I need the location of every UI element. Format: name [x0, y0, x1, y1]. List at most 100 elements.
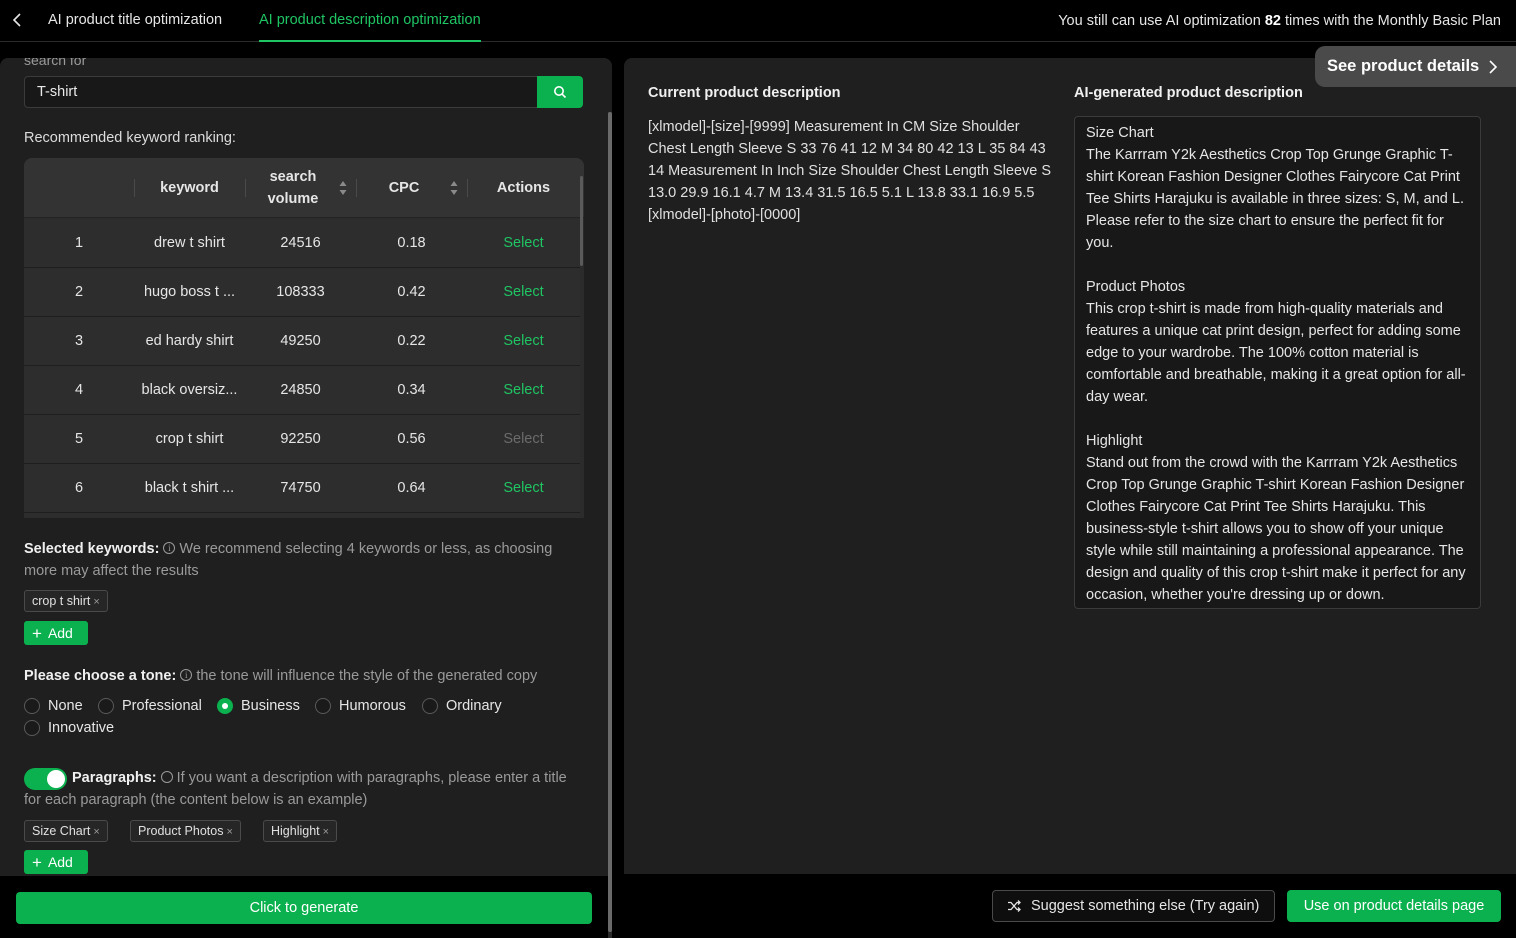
cpc-cell: 0.22: [397, 333, 426, 349]
add-paragraph-button[interactable]: + Add: [24, 850, 88, 874]
keyword-table: keyword search volume CPC Actions 1 drew…: [24, 158, 584, 518]
tone-option-business[interactable]: Business: [217, 695, 300, 717]
select-button[interactable]: Select: [467, 464, 580, 512]
close-icon[interactable]: ×: [323, 826, 329, 838]
volume-cell: 74750: [280, 480, 321, 496]
selected-keywords-label: Selected keywords:: [24, 541, 160, 557]
quota-count: 82: [1264, 13, 1281, 29]
try-again-label: Suggest something else (Try again): [1031, 898, 1260, 914]
table-row: 1 drew t shirt 24516 0.18 Select: [24, 219, 580, 268]
scrollbar-thumb[interactable]: [608, 112, 612, 932]
rank-cell: 1: [74, 235, 84, 251]
search-label: search for: [24, 58, 87, 68]
current-description-text: [xlmodel]-[size]-[9999] Measurement In C…: [648, 119, 1052, 223]
rank-cell: 3: [74, 333, 84, 349]
keyword-settings-panel: search for T-shirt Recommended keyword r…: [0, 58, 612, 938]
keyword-cell: hugo boss t ...: [143, 284, 236, 300]
plus-icon: +: [32, 853, 42, 872]
select-button[interactable]: Select: [467, 317, 580, 365]
close-icon[interactable]: ×: [93, 596, 99, 608]
radio-icon: [315, 698, 331, 714]
use-on-details-page-button[interactable]: Use on product details page: [1287, 890, 1501, 922]
radio-icon: [98, 698, 114, 714]
close-icon[interactable]: ×: [226, 826, 232, 838]
keyword-cell: black t shirt ...: [144, 480, 235, 496]
paragraph-tag-label: Highlight: [271, 824, 320, 838]
table-scrollbar[interactable]: [580, 176, 583, 266]
volume-cell: 24850: [280, 382, 321, 398]
plus-icon: +: [32, 624, 42, 643]
table-header: keyword search volume CPC Actions: [24, 158, 584, 218]
selected-keywords-section: Selected keywords: i We recommend selectin…: [24, 538, 584, 582]
add-keyword-label: Add: [47, 625, 73, 641]
tone-option-innovative[interactable]: Innovative: [24, 717, 114, 739]
select-button-disabled: Select: [503, 431, 544, 447]
chevron-right-icon: [1489, 60, 1498, 74]
volume-cell: 92250: [280, 431, 321, 447]
ai-section-body: The Karrram Y2k Aesthetics Crop Top Grun…: [1086, 147, 1464, 251]
cpc-cell: 0.34: [397, 382, 426, 398]
tone-option-label: Professional: [122, 698, 202, 714]
cpc-cell: 0.56: [397, 431, 426, 447]
col-actions: Actions: [496, 180, 551, 196]
tone-label: Please choose a tone:: [24, 668, 177, 684]
col-keyword: keyword: [160, 180, 219, 196]
see-product-details-button[interactable]: See product details: [1315, 46, 1516, 87]
paragraph-tag: Highlight ×: [263, 820, 338, 842]
volume-cell: 24516: [280, 235, 321, 251]
keyword-tag-label: crop t shirt: [32, 594, 91, 608]
tone-option-ordinary[interactable]: Ordinary: [422, 695, 502, 717]
radio-icon: [24, 720, 40, 736]
add-keyword-button[interactable]: + Add: [24, 621, 88, 645]
radio-selected-icon: [217, 698, 233, 714]
sort-icon[interactable]: [450, 180, 458, 196]
cpc-cell: 0.64: [397, 480, 426, 496]
select-button[interactable]: Select: [467, 268, 580, 316]
tone-option-label: Innovative: [48, 720, 115, 736]
col-search-volume[interactable]: search volume: [245, 158, 341, 218]
current-description-title: Current product description: [648, 85, 841, 101]
shuffle-icon: [1008, 900, 1021, 912]
generate-button[interactable]: Click to generate: [16, 892, 592, 924]
sort-icon[interactable]: [339, 180, 347, 196]
tab-title-optimization[interactable]: AI product title optimization: [48, 0, 222, 42]
tone-section: Please choose a tone: i the tone will infl…: [24, 665, 584, 687]
tone-option-label: Ordinary: [446, 698, 502, 714]
keyword-cell: drew t shirt: [154, 235, 225, 251]
tone-hint: the tone will influence the style of the…: [196, 668, 538, 684]
paragraphs-label: Paragraphs:: [72, 770, 157, 786]
tone-option-professional[interactable]: Professional: [98, 695, 202, 717]
tone-option-humorous[interactable]: Humorous: [315, 695, 406, 717]
tone-option-label: Humorous: [339, 698, 406, 714]
try-again-button[interactable]: Suggest something else (Try again): [992, 890, 1275, 922]
table-row: 5 crop t shirt 92250 0.56 Select: [24, 415, 580, 464]
paragraph-tag: Product Photos ×: [130, 820, 241, 842]
close-icon[interactable]: ×: [93, 826, 99, 838]
ai-section: Highlight Stand out from the crowd with t…: [1086, 430, 1469, 606]
volume-cell: 108333: [276, 284, 325, 300]
panel-scrollbar[interactable]: [608, 112, 612, 938]
col-cpc[interactable]: CPC: [356, 158, 452, 218]
ai-section-heading: Size Chart: [1086, 125, 1154, 141]
ranking-label: Recommended keyword ranking:: [24, 130, 236, 146]
cpc-cell: 0.18: [397, 235, 426, 251]
ai-description-textarea[interactable]: Size Chart The Karrram Y2k Aesthetics Cro…: [1074, 116, 1481, 609]
paragraph-tag: Size Chart ×: [24, 820, 108, 842]
table-row: 6 black t shirt ... 74750 0.64 Select: [24, 464, 580, 513]
quota-prefix: You still can use AI optimization: [1058, 13, 1261, 29]
search-input[interactable]: T-shirt: [24, 76, 538, 108]
info-icon: i: [163, 542, 176, 555]
tab-description-optimization[interactable]: AI product description optimization: [259, 0, 481, 42]
quota-suffix: times with the Monthly Basic Plan: [1285, 13, 1501, 29]
keyword-cell: black oversiz...: [141, 382, 238, 398]
back-chevron-icon[interactable]: [8, 10, 28, 30]
search-button[interactable]: [537, 76, 583, 108]
tone-option-none[interactable]: None: [24, 695, 83, 717]
select-button[interactable]: Select: [467, 366, 580, 414]
ai-description-title: AI-generated product description: [1074, 85, 1303, 101]
keyword-tag: crop t shirt ×: [24, 590, 108, 612]
select-button[interactable]: Select: [467, 219, 580, 267]
table-row: [24, 513, 580, 518]
rank-cell: 5: [74, 431, 84, 447]
paragraphs-section: Paragraphs: iIf you want a description wi…: [24, 767, 584, 811]
